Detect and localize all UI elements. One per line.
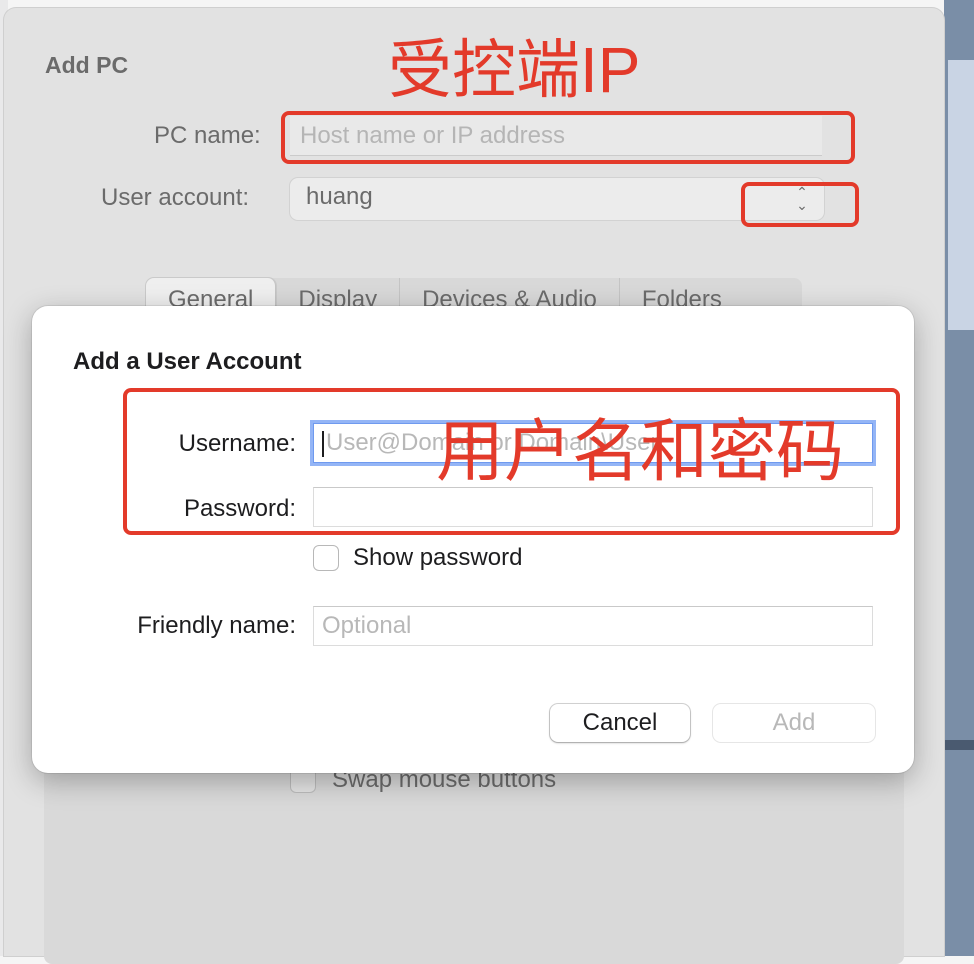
add-button[interactable]: Add xyxy=(713,704,875,742)
annotation-box-stepper xyxy=(741,182,859,227)
user-account-label: User account: xyxy=(101,184,250,211)
friendly-name-input[interactable]: Optional xyxy=(313,606,873,646)
show-password-label: Show password xyxy=(353,544,523,571)
dialog-title: Add a User Account xyxy=(73,348,302,375)
show-password-option[interactable]: Show password xyxy=(313,544,522,572)
background-bar xyxy=(944,740,974,750)
friendly-name-label: Friendly name: xyxy=(137,612,296,639)
annotation-box-pc-name xyxy=(281,111,855,164)
user-account-value: huang xyxy=(306,183,373,210)
cancel-button[interactable]: Cancel xyxy=(550,704,690,742)
background-thumbnail xyxy=(948,60,974,330)
add-user-account-dialog: Add a User Account Username: User@Domain… xyxy=(32,306,914,773)
sheet-title: Add PC xyxy=(45,52,129,78)
pc-name-label: PC name: xyxy=(154,122,261,149)
background-window-right xyxy=(944,0,974,956)
annotation-ip-text: 受控端IP xyxy=(388,34,641,106)
show-password-checkbox[interactable] xyxy=(313,545,339,571)
annotation-credentials-text: 用户名和密码 xyxy=(436,414,845,490)
